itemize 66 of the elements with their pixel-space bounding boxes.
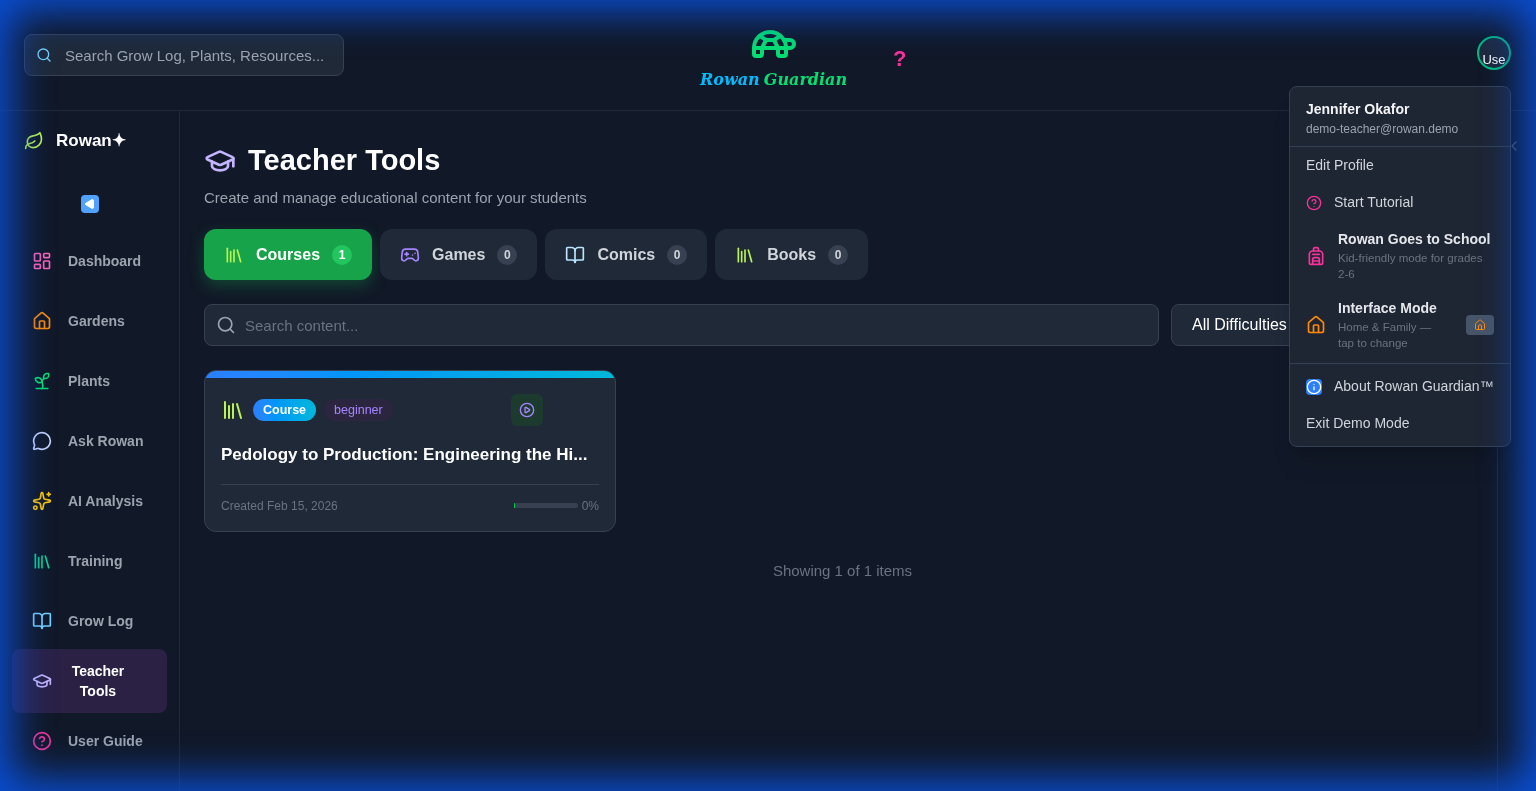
books-icon: [32, 551, 52, 571]
created-date: Created Feb 15, 2026: [221, 497, 338, 515]
sidebar-item[interactable]: Gardens: [12, 291, 167, 351]
menu-item[interactable]: Rowan Goes to School Kid-friendly mode for grades 2-6: [1290, 221, 1510, 290]
user-name: Jennifer Okafor: [1306, 100, 1411, 119]
count-badge: 0: [828, 244, 849, 265]
search-icon: [36, 47, 52, 63]
sidebar-item[interactable]: User Guide: [12, 711, 167, 771]
count-badge: 1: [332, 244, 353, 265]
sidebar-item[interactable]: Training: [12, 531, 167, 591]
menu-item-title: Rowan Goes to School: [1338, 230, 1492, 249]
sidebar-item[interactable]: Plants: [12, 351, 167, 411]
global-search-field[interactable]: Search Grow Log, Plants, Resources...: [24, 34, 344, 76]
menu-item[interactable]: Start Tutorial: [1290, 184, 1510, 221]
menu-item[interactable]: Interface Mode Home & Family — tap to change: [1290, 290, 1510, 359]
sidebar-item[interactable]: Grow Log: [12, 591, 167, 651]
count-badge: 0: [497, 244, 518, 265]
content-tab[interactable]: Comics 0: [545, 229, 708, 280]
speech-bubble-icon: [32, 431, 52, 451]
sidebar-item[interactable]: Ask Rowan: [12, 411, 167, 471]
info-icon: [1306, 378, 1322, 395]
book-icon: [565, 244, 586, 265]
count-badge: 0: [667, 244, 688, 265]
dashboard-icon: [32, 251, 52, 271]
menu-item-description: Home & Family — tap to change: [1338, 320, 1433, 351]
content-search-field[interactable]: Search content...: [204, 304, 1159, 346]
avatar[interactable]: Use: [1477, 36, 1511, 70]
course-card[interactable]: Course beginner Pedology to Production: Engineering the Hi... Created Feb 15, 2026 0%: [204, 370, 616, 532]
sidebar-item[interactable]: AI Analysis: [12, 471, 167, 531]
house-icon: [1306, 314, 1326, 335]
sidebar-item[interactable]: Teacher Tools: [12, 649, 167, 713]
content-tab[interactable]: Games 0: [380, 229, 538, 280]
sprout-icon: [32, 371, 52, 391]
graduation-cap-icon: [32, 671, 52, 691]
logo-text: Guardian: [763, 69, 848, 91]
search-icon: [216, 315, 236, 335]
menu-item[interactable]: Edit Profile: [1290, 147, 1510, 184]
course-title: Pedology to Production: Engineering the Hi...: [221, 442, 599, 485]
help-button[interactable]: ?: [893, 42, 907, 75]
menu-item[interactable]: Exit Demo Mode: [1290, 405, 1510, 442]
content-tab[interactable]: Books 0: [715, 229, 869, 280]
page-title: Teacher Tools: [248, 143, 441, 178]
backpack-icon: [1306, 245, 1326, 266]
user-email: demo-teacher@rowan.demo: [1306, 121, 1460, 138]
progress-text: 0%: [581, 497, 599, 515]
play-icon: [518, 402, 535, 418]
sidebar-item[interactable]: Dashboard: [12, 231, 167, 291]
books-icon: [221, 398, 245, 422]
mode-badge: [1466, 314, 1494, 335]
logo-text: Rowan: [700, 69, 760, 91]
menu-item-description: Kid-friendly mode for grades 2-6: [1338, 251, 1484, 282]
difficulty-tag: beginner: [324, 398, 393, 422]
question-mark-icon: [1306, 194, 1322, 211]
question-mark-icon: [32, 731, 52, 751]
sparkles-icon: [32, 491, 52, 511]
results-count: Showing 1 of 1 items: [771, 560, 914, 581]
play-button[interactable]: [510, 394, 543, 426]
page-subtitle: Create and manage educational content for your students: [204, 187, 587, 208]
house-icon: [32, 311, 52, 331]
triangle-icon: [83, 198, 96, 210]
type-tag: Course: [253, 398, 317, 422]
menu-item[interactable]: About Rowan Guardian™: [1290, 368, 1510, 405]
leaf-icon: [24, 131, 44, 151]
brand-name: Rowan✦: [56, 130, 126, 153]
menu-item-title: Interface Mode: [1338, 299, 1438, 318]
book-icon: [32, 611, 52, 631]
